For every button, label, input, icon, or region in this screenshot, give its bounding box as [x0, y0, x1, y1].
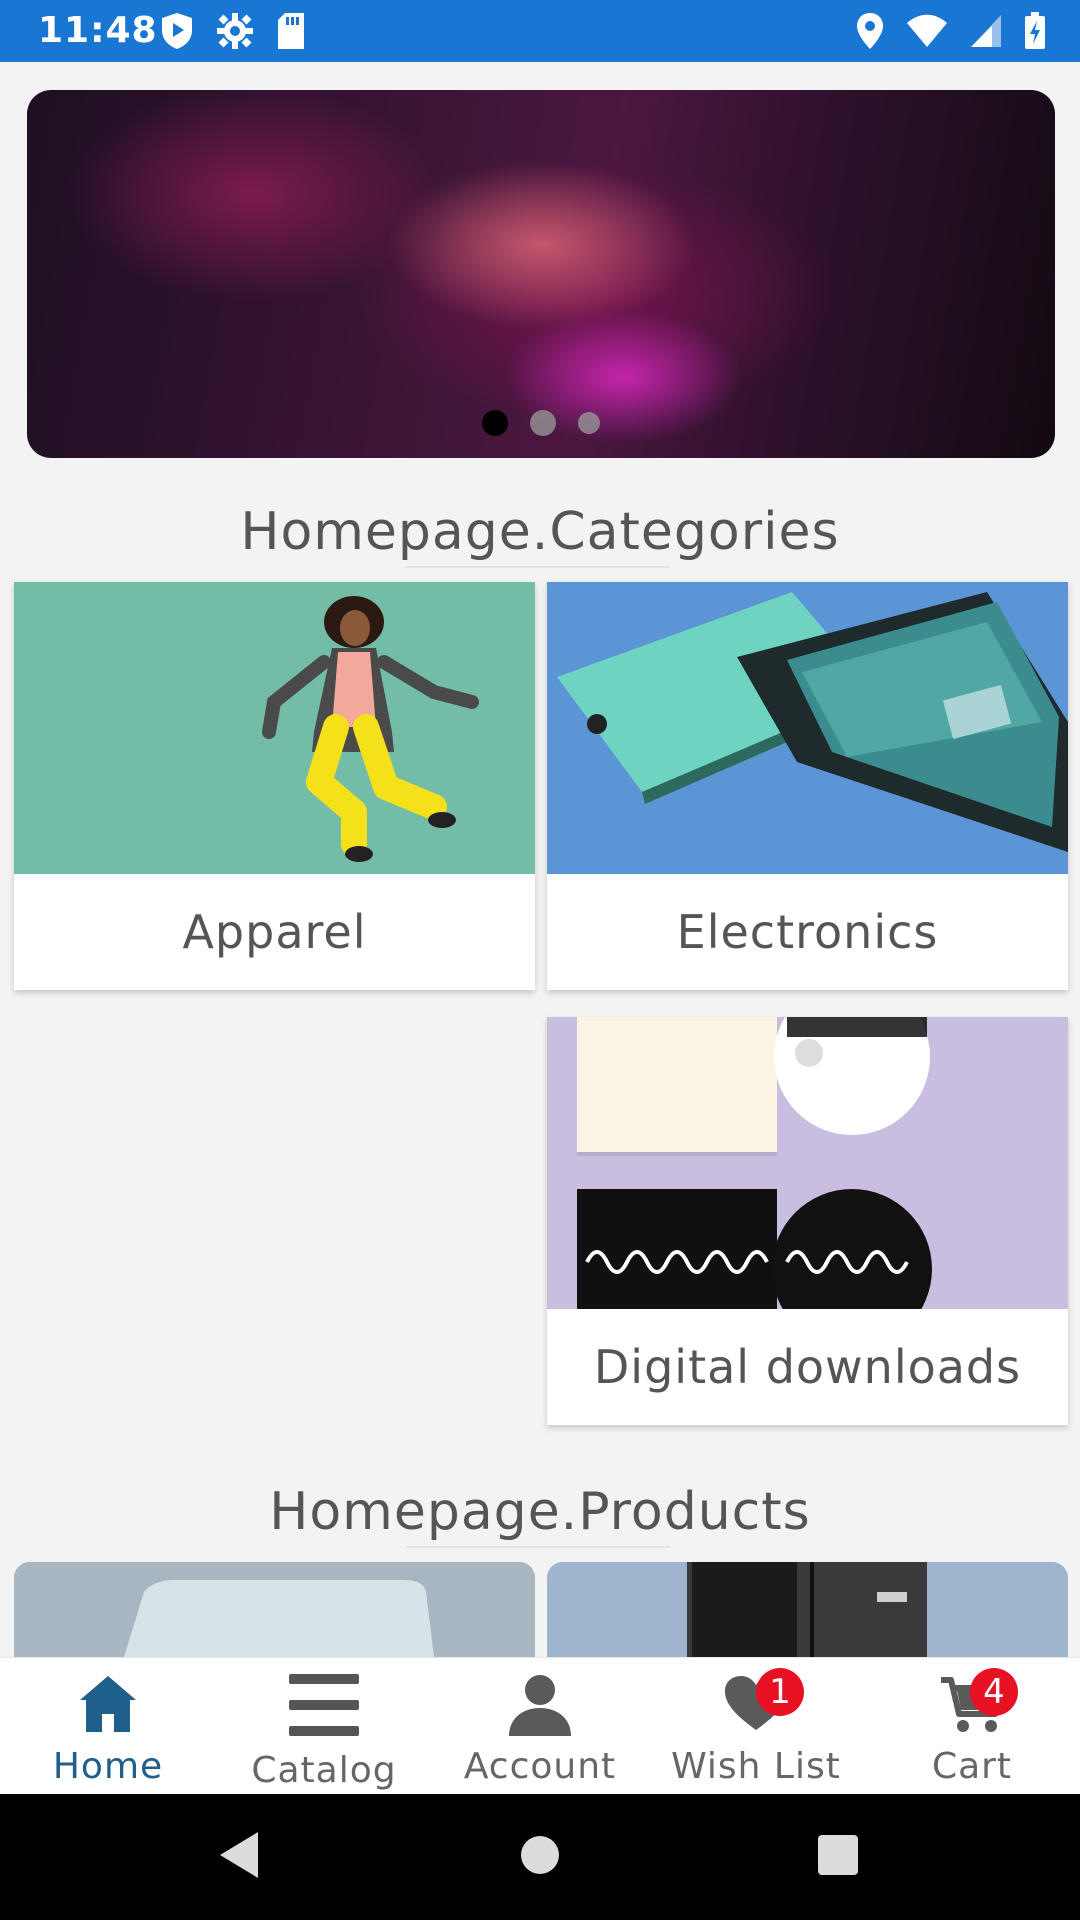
category-label-apparel: Apparel: [182, 905, 367, 959]
system-home-button[interactable]: [500, 1794, 580, 1920]
bottom-navigation: Home Catalog Account 1 Wish List 4 Cart: [0, 1657, 1080, 1795]
nav-catalog[interactable]: Catalog: [216, 1658, 432, 1795]
nav-wish-list[interactable]: 1 Wish List: [648, 1658, 864, 1795]
nav-cart[interactable]: 4 Cart: [864, 1658, 1080, 1795]
back-triangle-icon: [218, 1830, 262, 1884]
nav-label-catalog: Catalog: [251, 1750, 397, 1791]
signal-icon: [970, 14, 1002, 48]
carousel-dot[interactable]: [482, 410, 508, 436]
category-label-digital-downloads: Digital downloads: [593, 1340, 1022, 1394]
category-card-apparel[interactable]: Apparel: [14, 582, 535, 990]
recents-square-icon: [817, 1834, 859, 1880]
menu-icon: [289, 1674, 359, 1740]
person-icon: [507, 1674, 573, 1740]
hero-banner[interactable]: [27, 90, 1055, 458]
home-circle-icon: [520, 1835, 560, 1879]
gear-icon: [216, 12, 254, 50]
nav-label-account: Account: [463, 1746, 617, 1787]
home-icon: [78, 1674, 138, 1738]
system-navigation-bar: [0, 1794, 1080, 1920]
nav-label-wish-list: Wish List: [671, 1746, 841, 1787]
status-bar: 11:48: [0, 0, 1080, 62]
category-image-electronics: [547, 582, 1068, 874]
sd-card-icon: [276, 12, 306, 50]
system-recents-button[interactable]: [798, 1794, 878, 1920]
wifi-icon: [906, 14, 948, 48]
carousel-dot[interactable]: [530, 410, 556, 436]
category-image-apparel: [14, 582, 535, 874]
category-card-electronics[interactable]: Electronics: [547, 582, 1068, 990]
location-icon: [856, 12, 884, 50]
product-card[interactable]: [14, 1562, 535, 1657]
carousel-indicator: [27, 410, 1055, 436]
play-protect-icon: [160, 12, 194, 50]
category-label-electronics: Electronics: [676, 905, 939, 959]
title-underline: [406, 566, 670, 568]
wishlist-badge: 1: [756, 1668, 804, 1716]
products-title: Homepage.Products: [269, 1482, 811, 1542]
nav-account[interactable]: Account: [432, 1658, 648, 1795]
carousel-dot[interactable]: [578, 412, 600, 434]
cart-badge: 4: [970, 1668, 1018, 1716]
category-image-digital-downloads: [547, 1017, 1068, 1309]
nav-home[interactable]: Home: [0, 1658, 216, 1795]
status-time: 11:48: [38, 10, 158, 51]
category-card-digital-downloads[interactable]: Digital downloads: [547, 1017, 1068, 1425]
title-underline: [406, 1546, 670, 1548]
nav-label-cart: Cart: [931, 1746, 1013, 1787]
system-back-button[interactable]: [200, 1794, 280, 1920]
nav-label-home: Home: [52, 1746, 164, 1787]
product-card[interactable]: [547, 1562, 1068, 1657]
categories-title: Homepage.Categories: [240, 502, 840, 562]
battery-icon: [1024, 12, 1046, 50]
